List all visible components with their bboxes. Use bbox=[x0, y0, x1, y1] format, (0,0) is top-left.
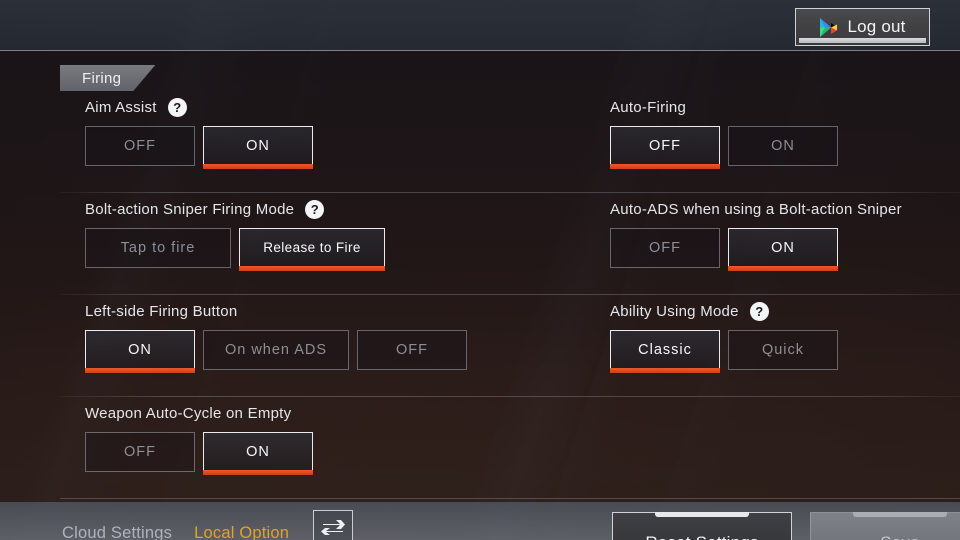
local-option-label[interactable]: Local Option bbox=[194, 524, 289, 540]
settings-row: Left-side Firing Button ON On when ADS OFF A… bbox=[0, 294, 960, 396]
option-button[interactable]: OFF bbox=[610, 228, 720, 268]
setting-item: Aim Assist? OFF ON bbox=[85, 90, 313, 169]
settings-source-switch: Cloud Settings Local Option bbox=[62, 510, 354, 540]
option-button[interactable]: ON bbox=[728, 228, 838, 271]
cloud-settings-label[interactable]: Cloud Settings bbox=[62, 524, 172, 540]
option-group: OFF ON bbox=[85, 126, 313, 169]
settings-row: Weapon Auto-Cycle on Empty OFF ON bbox=[0, 396, 960, 498]
setting-label: Left-side Firing Button bbox=[85, 302, 238, 320]
setting-label: Auto-ADS when using a Bolt-action Sniper bbox=[610, 200, 902, 218]
setting-label: Bolt-action Sniper Firing Mode bbox=[85, 200, 295, 218]
setting-label-row: Ability Using Mode? bbox=[610, 294, 838, 324]
setting-label-row: Auto-ADS when using a Bolt-action Sniper bbox=[610, 192, 902, 222]
settings-row: Aim Assist? OFF ON Auto-Firing OFF ON bbox=[0, 90, 960, 192]
setting-item: Left-side Firing Button ON On when ADS OFF bbox=[85, 294, 467, 373]
logout-button[interactable]: Log out bbox=[795, 8, 930, 46]
option-button[interactable]: OFF bbox=[85, 126, 195, 166]
option-button[interactable]: Quick bbox=[728, 330, 838, 370]
option-group: OFF ON bbox=[610, 126, 838, 169]
option-button[interactable]: ON bbox=[203, 432, 313, 475]
setting-item: Weapon Auto-Cycle on Empty OFF ON bbox=[85, 396, 313, 475]
option-button[interactable]: Classic bbox=[610, 330, 720, 373]
option-button[interactable]: ON bbox=[85, 330, 195, 373]
help-icon[interactable]: ? bbox=[305, 199, 325, 219]
google-play-icon bbox=[819, 17, 838, 38]
help-icon[interactable]: ? bbox=[749, 301, 769, 321]
option-group: Classic Quick bbox=[610, 330, 838, 373]
logout-label: Log out bbox=[847, 17, 906, 36]
setting-label: Weapon Auto-Cycle on Empty bbox=[85, 404, 292, 422]
bottom-bar: Cloud Settings Local Option Reset Settin… bbox=[0, 498, 960, 540]
setting-label-row: Aim Assist? bbox=[85, 90, 313, 120]
setting-label-row: Left-side Firing Button bbox=[85, 294, 467, 324]
tab-bar: Firing bbox=[60, 65, 155, 91]
tab-firing[interactable]: Firing bbox=[60, 65, 155, 91]
settings-row: Bolt-action Sniper Firing Mode? Tap to fi… bbox=[0, 192, 960, 294]
option-group: OFF ON bbox=[610, 228, 902, 271]
setting-item: Auto-Firing OFF ON bbox=[610, 90, 838, 169]
setting-label-row: Auto-Firing bbox=[610, 90, 838, 120]
setting-label-row: Weapon Auto-Cycle on Empty bbox=[85, 396, 313, 426]
option-button[interactable]: OFF bbox=[610, 126, 720, 169]
option-button[interactable]: OFF bbox=[85, 432, 195, 472]
option-button[interactable]: Release to Fire bbox=[239, 228, 385, 271]
help-icon[interactable]: ? bbox=[167, 97, 187, 117]
setting-label-row: Bolt-action Sniper Firing Mode? bbox=[85, 192, 385, 222]
setting-label: Auto-Firing bbox=[610, 98, 687, 116]
swap-arrows-icon[interactable] bbox=[313, 510, 354, 540]
option-button[interactable]: Tap to fire bbox=[85, 228, 231, 268]
option-button[interactable]: On when ADS bbox=[203, 330, 349, 370]
setting-item: Ability Using Mode? Classic Quick bbox=[610, 294, 838, 373]
bottom-actions: Reset Settings Save bbox=[612, 512, 960, 540]
setting-label: Aim Assist bbox=[85, 98, 157, 116]
setting-label: Ability Using Mode bbox=[610, 302, 739, 320]
option-group: OFF ON bbox=[85, 432, 313, 475]
option-button[interactable]: ON bbox=[203, 126, 313, 169]
settings-grid: Aim Assist? OFF ON Auto-Firing OFF ON Bolt-act… bbox=[0, 90, 960, 498]
option-group: Tap to fire Release to Fire bbox=[85, 228, 385, 271]
setting-item: Bolt-action Sniper Firing Mode? Tap to fi… bbox=[85, 192, 385, 271]
reset-settings-button[interactable]: Reset Settings bbox=[612, 512, 792, 540]
setting-item: Auto-ADS when using a Bolt-action Sniper… bbox=[610, 192, 902, 271]
option-button[interactable]: ON bbox=[728, 126, 838, 166]
option-button[interactable]: OFF bbox=[357, 330, 467, 370]
option-group: ON On when ADS OFF bbox=[85, 330, 467, 373]
save-button[interactable]: Save bbox=[810, 512, 960, 540]
